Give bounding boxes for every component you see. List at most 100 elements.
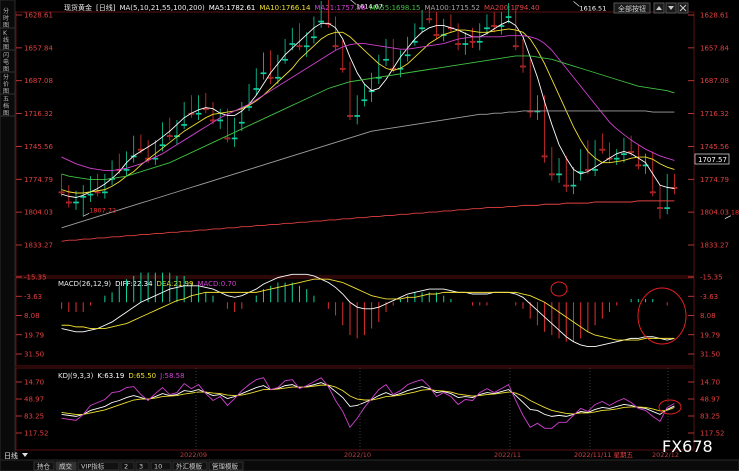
y-tick-label-left: 19.79 (24, 331, 44, 339)
legend-item: K:63.19 (97, 372, 124, 380)
candle-body (628, 151, 635, 153)
left-tab-char[interactable]: 图 (3, 44, 9, 51)
price-annotation: 1614.67 (356, 2, 383, 10)
left-tab-char[interactable]: 图 (3, 110, 9, 117)
y-tick-label-right: 48.97 (700, 395, 720, 403)
y-tick-label-left: 48.97 (24, 395, 44, 403)
candle-body (541, 155, 548, 158)
left-tab-char[interactable]: 电 (3, 58, 9, 66)
left-tab-char[interactable]: 线 (3, 36, 9, 44)
candle-body (347, 115, 353, 117)
candle-body (181, 124, 188, 126)
candle-body (592, 169, 598, 171)
y-tick-label-right: -15.35 (700, 274, 723, 282)
left-tab-char[interactable]: 价 (3, 81, 9, 88)
candle-body (426, 18, 433, 21)
candle-body (520, 65, 526, 68)
left-tab-char[interactable]: 分 (3, 73, 9, 81)
bottom-tab-label: 3 (139, 463, 143, 471)
candle-body (455, 43, 461, 45)
candle-body (657, 207, 663, 209)
chart-stage: 分时图K线图闪电图分价图五档图 现货黄金 [日线] MA(5,10,21,55,10… (0, 0, 739, 471)
bottom-tab-label: 成交 (59, 462, 73, 471)
legend-item: MA10:1766.14 (259, 4, 311, 12)
y-tick-label-left: 1745.56 (24, 143, 53, 151)
candle-body (491, 25, 498, 27)
candle-body (621, 153, 627, 156)
date-label: 2022/09 (180, 451, 207, 459)
candle-body (339, 67, 346, 70)
price-annotation: 1807.72 (89, 206, 116, 214)
left-tab-char[interactable]: 图 (3, 88, 9, 95)
left-tab-char[interactable]: 时 (3, 14, 9, 22)
candle-body (311, 36, 317, 39)
left-tab-char[interactable]: 图 (3, 22, 9, 29)
y-tick-label-right: 8.08 (700, 312, 716, 320)
candle-body (318, 20, 325, 23)
candle-body (166, 135, 173, 138)
y-tick-label-right: 1657.84 (700, 44, 729, 52)
candle-body (159, 144, 166, 147)
left-tab-char[interactable]: 图 (3, 66, 9, 73)
y-tick-label-right: 1774.79 (700, 176, 729, 184)
candle-body (195, 112, 202, 115)
candle-body (599, 148, 606, 151)
y-tick-label-right: 14.70 (700, 379, 720, 387)
candle-body (548, 173, 555, 176)
y-tick-label-right: 31.50 (700, 351, 720, 359)
candle-body (267, 76, 274, 79)
legend-item: D:65.50 (128, 372, 156, 380)
candle-body (238, 121, 245, 124)
y-tick-label-left: 1774.79 (24, 176, 53, 184)
bottom-tab-label: 外汇模版 (176, 462, 203, 471)
bottom-tab-label: 持仓 (37, 462, 51, 471)
price-annotation: 1809.85 (731, 209, 739, 217)
left-tab-char[interactable]: 闪 (3, 51, 9, 59)
candle-body (123, 169, 130, 171)
candle-body (433, 34, 440, 36)
y-tick-label-left: 117.52 (24, 430, 49, 438)
y-tick-label-left: 1657.84 (24, 44, 53, 52)
date-label: 2022/10 (344, 451, 371, 459)
legend-item: MA100:1715.52 (425, 4, 481, 12)
candle-body (275, 76, 281, 79)
candle-body (419, 27, 425, 30)
y-tick-label-left: 1833.27 (24, 242, 53, 250)
bottom-tab-label: VIP指标 (81, 462, 105, 471)
candle-body (354, 115, 361, 117)
candle-body (649, 191, 656, 194)
date-label: 2022/11/11 星期五 (574, 451, 634, 459)
candle-body (476, 40, 483, 43)
legend-item: MA200:1794.40 (484, 4, 540, 12)
candle-body (101, 191, 108, 194)
current-price-box: 1707.57 (694, 153, 730, 165)
period-label[interactable]: 日线 (4, 451, 18, 460)
y-tick-label-right: 1833.27 (700, 242, 729, 250)
y-tick-label-right: 1804.03 (700, 209, 729, 217)
y-tick-label-left: 1687.08 (24, 77, 53, 85)
candle-body (556, 173, 562, 176)
current-price: 1707.57 (698, 156, 727, 164)
y-tick-label-left: 1716.32 (24, 110, 53, 118)
left-tab-strip[interactable]: 分时图K线图闪电图分价图五档图 (0, 0, 16, 461)
left-tab-char[interactable]: 分 (3, 7, 9, 15)
y-tick-label-right: 83.25 (700, 413, 720, 421)
candle-body (282, 58, 288, 61)
candle-body (613, 157, 620, 160)
candle-body (664, 207, 671, 209)
candle-body (202, 108, 209, 111)
y-tick-label-right: 19.79 (700, 331, 720, 339)
y-tick-label-left: -15.35 (24, 274, 47, 282)
y-tick-label-right: 1716.32 (700, 110, 729, 118)
left-tab-char[interactable]: 档 (3, 102, 9, 110)
candle-body (80, 196, 87, 198)
candle-body (58, 191, 65, 194)
legend-item: 现货黄金 (64, 3, 92, 12)
candle-body (462, 43, 469, 45)
candle-body (260, 72, 267, 75)
candle-body (94, 191, 101, 194)
main-legend: 现货黄金 [日线] MA(5,10,21,55,100,200) MA5:1782.6… (64, 3, 540, 12)
candle-body (570, 184, 577, 187)
left-tab-char[interactable]: 五 (3, 96, 9, 103)
watermark-fx678: FX678 (662, 437, 713, 456)
